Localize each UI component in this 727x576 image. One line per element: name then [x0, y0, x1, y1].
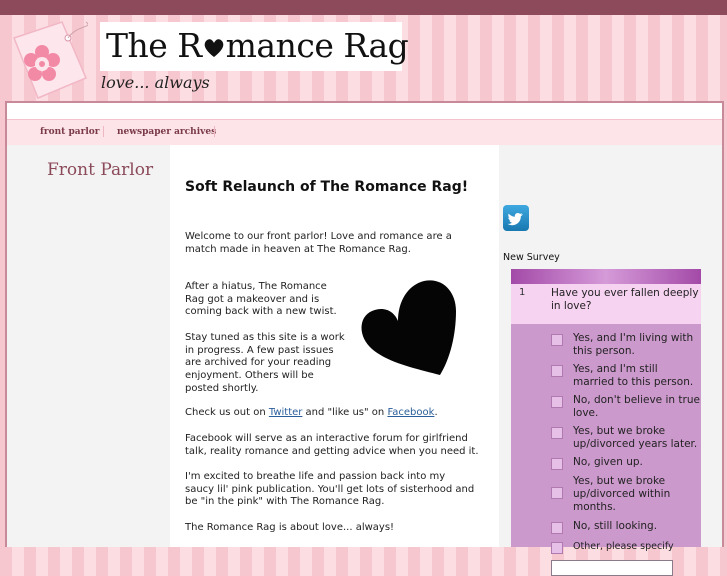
tagline: love... always — [101, 73, 210, 92]
survey-question: Have you ever fallen deeply in love? — [547, 284, 701, 324]
option-label: Yes, but we broke up/divorced within mon… — [573, 475, 671, 513]
post-makeover: After a hiatus, The Romance Rag got a ma… — [185, 281, 337, 318]
option-checkbox[interactable] — [551, 334, 563, 346]
option-checkbox[interactable] — [551, 396, 563, 408]
twitter-bird-icon[interactable] — [503, 205, 529, 231]
facebook-link[interactable]: Facebook — [387, 407, 434, 418]
main-content: Front Parlor Soft Relaunch of The Romanc… — [7, 145, 722, 576]
twitter-link[interactable]: Twitter — [269, 407, 303, 418]
sidebar-title: Front Parlor — [47, 160, 154, 180]
survey-label: New Survey — [503, 252, 560, 263]
question-number: 1 — [511, 284, 547, 324]
left-sidebar: Front Parlor — [7, 145, 170, 547]
post-progress: Stay tuned as this site is a work in pro… — [185, 332, 345, 394]
option-label: No, still looking. — [573, 520, 658, 532]
option-checkbox[interactable] — [551, 487, 563, 499]
site-title-prefix: The R — [106, 26, 202, 65]
page-frame: front parlor newspaper archives Front Pa… — [5, 101, 724, 576]
nav-bar: front parlor newspaper archives — [7, 119, 722, 146]
option-label: Yes, and I'm living with this person. — [573, 332, 694, 357]
checkout-prefix: Check us out on — [185, 407, 269, 418]
option-checkbox[interactable] — [551, 542, 563, 554]
checkout-suffix: . — [434, 407, 438, 418]
post-closing: The Romance Rag is about love... always! — [185, 522, 395, 533]
other-specify-input[interactable] — [551, 560, 673, 576]
logo[interactable]: The R mance Rag — [100, 22, 409, 71]
option-checkbox[interactable] — [551, 458, 563, 470]
option-checkbox[interactable] — [551, 427, 563, 439]
top-bar — [0, 0, 727, 15]
post-intro: Welcome to our front parlor! Love and ro… — [185, 231, 452, 255]
nav-front-parlor[interactable]: front parlor — [40, 127, 99, 137]
survey-header-decoration — [511, 269, 701, 284]
option-label: Other, please specify — [573, 541, 674, 552]
nav-separator — [103, 126, 104, 137]
survey-widget: 1 Have you ever fallen deeply in love? Y… — [511, 269, 701, 576]
option-label: No, don't believe in true love. — [573, 394, 700, 419]
heart-o-icon — [204, 39, 223, 57]
nav-separator — [214, 126, 215, 137]
black-heart-image — [361, 280, 456, 375]
site-title: The R mance Rag — [106, 26, 409, 65]
site-title-suffix: mance Rag — [225, 26, 409, 65]
nav-newspaper-archives[interactable]: newspaper archives — [117, 127, 216, 137]
checkout-middle: and "like us" on — [302, 407, 388, 418]
option-checkbox[interactable] — [551, 522, 563, 534]
post-title: Soft Relaunch of The Romance Rag! — [185, 179, 469, 195]
post-facebook: Facebook will serve as an interactive fo… — [185, 433, 479, 457]
option-label: Yes, and I'm still married to this perso… — [573, 363, 694, 388]
option-label: Yes, but we broke up/divorced years late… — [573, 425, 698, 450]
flower-tag-icon — [13, 21, 88, 99]
option-label: No, given up. — [573, 456, 643, 468]
post-checkout: Check us out on Twitter and "like us" on… — [185, 407, 485, 420]
post-excited: I'm excited to breathe life and passion … — [185, 471, 475, 508]
option-checkbox[interactable] — [551, 365, 563, 377]
